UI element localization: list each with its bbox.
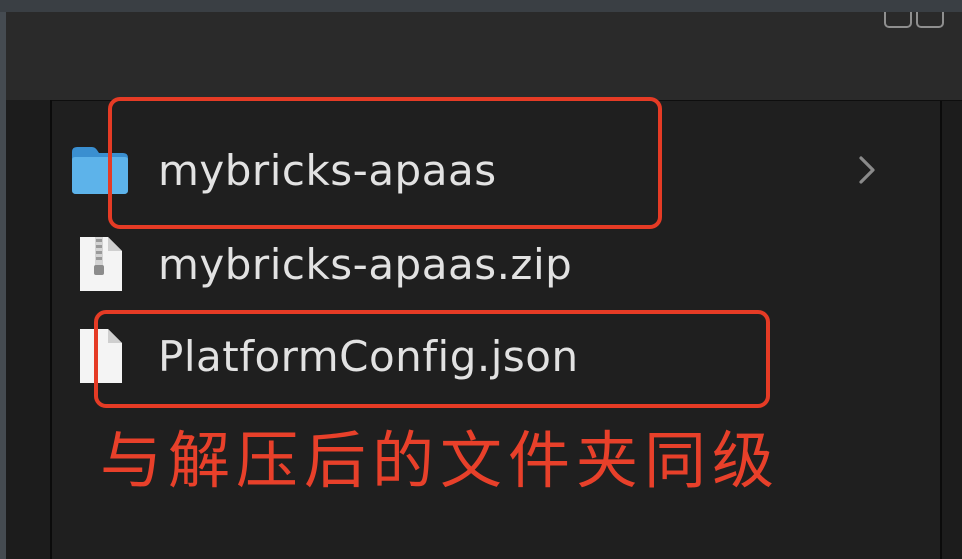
annotation-text: 与解压后的文件夹同级 — [100, 424, 781, 497]
finder-toolbar — [6, 12, 962, 100]
view-options-button[interactable] — [916, 12, 944, 28]
chevron-right-icon[interactable] — [852, 152, 882, 188]
next-column — [940, 101, 962, 559]
list-item-zip[interactable]: mybricks-apaas.zip — [70, 224, 890, 304]
window-top-strip — [0, 0, 962, 12]
highlight-box-json — [94, 310, 770, 408]
previous-column — [6, 100, 52, 559]
file-name: mybricks-apaas.zip — [158, 239, 573, 289]
zip-file-icon — [70, 234, 130, 294]
highlight-box-folder — [108, 97, 662, 229]
finder-window: mybricks-apaas mybricks-apaas.zip Platfo… — [0, 0, 962, 559]
view-mode-button[interactable] — [884, 12, 912, 28]
toolbar-view-buttons — [884, 12, 944, 28]
